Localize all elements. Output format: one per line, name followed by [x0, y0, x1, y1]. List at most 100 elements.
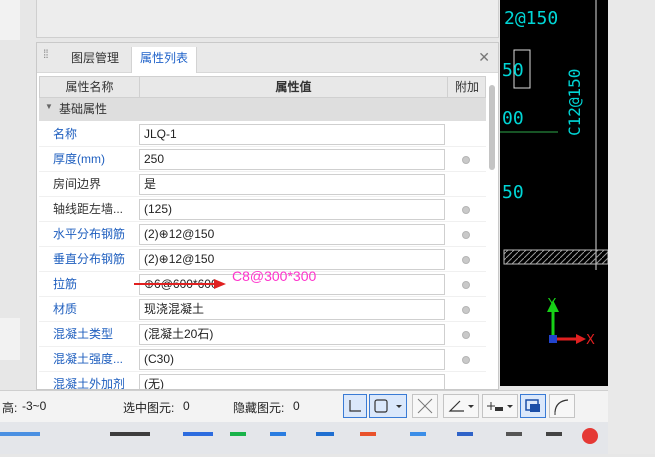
- extra-checkbox[interactable]: [462, 256, 470, 264]
- upper-panel: [36, 0, 499, 38]
- property-value-field[interactable]: (混凝土20石): [139, 324, 445, 345]
- property-name: 水平分布钢筋: [53, 227, 126, 241]
- property-name: 厚度(mm): [53, 152, 105, 166]
- property-value-field[interactable]: (2)⊕12@150: [139, 224, 445, 245]
- dimension-button[interactable]: [482, 394, 518, 418]
- display-button[interactable]: [520, 394, 546, 418]
- extra-checkbox[interactable]: [462, 281, 470, 289]
- selected-count-value: 0: [183, 399, 190, 413]
- annotation-arrow: [134, 279, 226, 289]
- property-row[interactable]: 厚度(mm) 250: [39, 147, 486, 172]
- selected-count-label: 选中图元:: [123, 401, 175, 415]
- property-panel: ⁞⁞ 图层管理 属性列表 ✕ 属性名称 属性值 附加 ▼ 基础属性 名称 JLQ-…: [36, 42, 499, 390]
- cross-button[interactable]: [412, 394, 438, 418]
- annotation-arrowhead-icon: [214, 279, 226, 289]
- taskbar-item-icon[interactable]: [0, 432, 40, 436]
- taskbar-item-icon[interactable]: [506, 432, 522, 436]
- property-value-field[interactable]: JLQ-1: [139, 124, 445, 145]
- orthogonal-icon: [349, 400, 361, 412]
- taskbar-item-icon[interactable]: [316, 432, 334, 436]
- group-label: 基础属性: [59, 102, 108, 116]
- vertical-scrollbar[interactable]: [489, 85, 495, 170]
- panel-tabbar: ⁞⁞ 图层管理 属性列表 ✕: [37, 43, 498, 73]
- cad-drawing: 2@150 50 C12@150 00 50 Y X: [500, 0, 608, 348]
- property-name: 名称: [53, 127, 78, 141]
- property-name: 拉筋: [53, 277, 78, 291]
- collapse-triangle-icon[interactable]: ▼: [45, 102, 53, 111]
- y-axis-label: Y: [547, 297, 556, 312]
- property-name: 房间边界: [53, 177, 102, 191]
- taskbar-item-icon[interactable]: [230, 432, 246, 436]
- taskbar: [0, 422, 608, 454]
- cad-label: 50: [502, 60, 524, 81]
- hidden-count-value: 0: [293, 399, 300, 413]
- property-rows: 名称 JLQ-1 厚度(mm) 250 房间边界是轴线距左墙... (125) 水平分布钢筋…: [39, 122, 486, 390]
- group-basic-properties[interactable]: ▼ 基础属性: [39, 98, 486, 121]
- cad-label: 50: [502, 182, 524, 203]
- taskbar-item-icon[interactable]: [270, 432, 286, 436]
- angle-button[interactable]: [443, 394, 479, 418]
- property-value-field[interactable]: (无): [139, 374, 445, 389]
- extra-checkbox[interactable]: [462, 206, 470, 214]
- taskbar-item-icon[interactable]: [183, 432, 213, 436]
- snap-button[interactable]: [369, 394, 407, 418]
- tab-layer-management[interactable]: 图层管理: [63, 47, 127, 73]
- taskbar-item-icon[interactable]: [410, 432, 426, 436]
- property-value-field[interactable]: 250: [139, 149, 445, 170]
- cad-label: 00: [502, 108, 524, 129]
- cad-canvas[interactable]: 2@150 50 C12@150 00 50 Y X: [500, 0, 608, 386]
- annotation-text: C8@300*300: [232, 268, 317, 284]
- property-row[interactable]: 房间边界 是: [39, 172, 486, 197]
- cross-icon: [417, 398, 433, 414]
- property-name: 混凝土强度...: [53, 352, 124, 366]
- extra-checkbox[interactable]: [462, 306, 470, 314]
- property-name: 垂直分布钢筋: [53, 252, 126, 266]
- arc-button[interactable]: [549, 394, 575, 418]
- property-row[interactable]: 混凝土类型 (混凝土20石): [39, 322, 486, 347]
- property-value-field[interactable]: (2)⊕12@150: [139, 249, 445, 270]
- dimension-icon: [487, 402, 513, 411]
- taskbar-item-icon[interactable]: [546, 432, 562, 436]
- taskbar-icons: [0, 428, 598, 444]
- drag-grip-icon[interactable]: ⁞⁞: [43, 48, 49, 66]
- cad-label: 2@150: [504, 8, 558, 29]
- x-axis-label: X: [586, 333, 595, 348]
- property-row[interactable]: 混凝土外加剂 (无): [39, 372, 486, 390]
- extra-checkbox[interactable]: [462, 356, 470, 364]
- orthogonal-button[interactable]: [343, 394, 367, 418]
- property-row[interactable]: 水平分布钢筋 (2)⊕12@150: [39, 222, 486, 247]
- close-icon[interactable]: ✕: [478, 49, 490, 66]
- height-label: 高:: [2, 401, 18, 415]
- extra-checkbox[interactable]: [462, 156, 470, 164]
- property-name: 材质: [53, 302, 78, 316]
- property-value-field[interactable]: 是: [139, 174, 445, 195]
- property-row[interactable]: 轴线距左墙... (125): [39, 197, 486, 222]
- extra-checkbox[interactable]: [462, 331, 470, 339]
- arc-icon: [554, 399, 569, 415]
- taskbar-item-icon[interactable]: [360, 432, 376, 436]
- header-extra: 附加: [454, 80, 479, 94]
- taskbar-item-icon[interactable]: [110, 432, 150, 436]
- tab-property-list[interactable]: 属性列表: [131, 47, 198, 73]
- property-name: 混凝土类型: [53, 327, 114, 341]
- property-table-header: 属性名称 属性值 附加: [39, 76, 486, 98]
- property-row[interactable]: 名称 JLQ-1: [39, 122, 486, 147]
- x-axis-arrowhead-icon: [576, 334, 586, 344]
- right-background: [608, 0, 655, 454]
- taskbar-item-icon[interactable]: [457, 432, 473, 436]
- property-row[interactable]: 材质 现浇混凝土: [39, 297, 486, 322]
- status-bar: 高: -3~0 选中图元: 0 隐藏图元: 0: [0, 390, 608, 422]
- property-value-field[interactable]: (125): [139, 199, 445, 220]
- cad-hatch: [503, 249, 608, 265]
- display-icon: [525, 399, 540, 412]
- left-panel-edge-lower: [0, 318, 20, 360]
- header-property-name: 属性名称: [40, 77, 140, 97]
- property-name: 轴线距左墙...: [53, 202, 124, 216]
- property-value-field[interactable]: (C30): [139, 349, 445, 370]
- property-value-field[interactable]: 现浇混凝土: [139, 299, 445, 320]
- taskbar-red-icon[interactable]: [582, 428, 598, 444]
- left-panel-edge: [0, 0, 20, 40]
- property-row[interactable]: 混凝土强度... (C30): [39, 347, 486, 372]
- property-name: 混凝土外加剂: [53, 377, 126, 390]
- extra-checkbox[interactable]: [462, 231, 470, 239]
